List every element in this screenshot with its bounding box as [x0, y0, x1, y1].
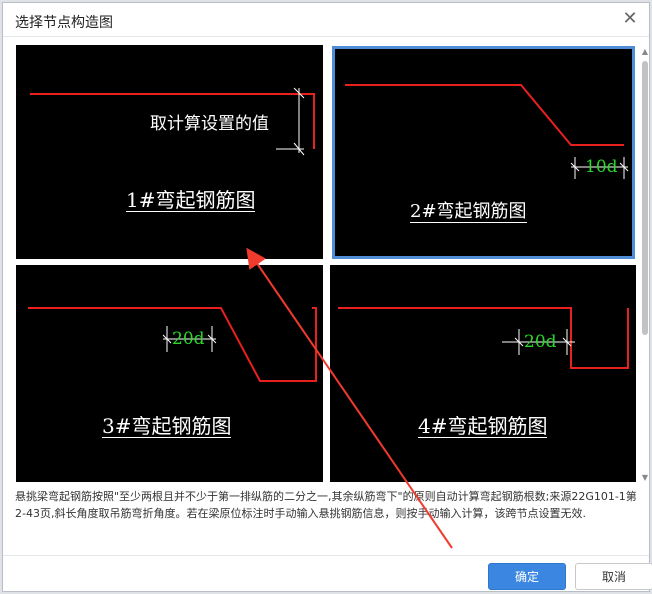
rebar-diagram-2: [345, 84, 629, 179]
diagram-option-3[interactable]: 20d 3#弯起钢筋图: [16, 265, 323, 482]
rebar-diagram-3: [28, 307, 317, 382]
rebar-diagram-1: [30, 87, 315, 156]
cancel-button[interactable]: 取消: [575, 563, 652, 590]
note-label: 取计算设置的值: [150, 114, 269, 134]
diagram-caption: 2#弯起钢筋图: [410, 201, 527, 223]
dialog-titlebar: 选择节点构造图 ✕: [3, 3, 649, 37]
dimension-label: 20d: [524, 332, 557, 352]
scroll-down-icon[interactable]: ▼: [640, 473, 650, 483]
diagram-caption: 4#弯起钢筋图: [418, 414, 548, 438]
description-text: 悬挑梁弯起钢筋按照"至少两根且并不少于第一排纵筋的二分之一,其余纵筋弯下"的原则…: [15, 490, 637, 520]
dimension-label: 20d: [172, 329, 205, 349]
diagram-option-2[interactable]: 10d 2#弯起钢筋图: [332, 46, 635, 259]
diagram-option-1[interactable]: 取计算设置的值 1#弯起钢筋图: [16, 45, 323, 259]
diagram-option-4[interactable]: 20d 4#弯起钢筋图: [330, 265, 636, 482]
dimension-label: 10d: [585, 157, 618, 177]
dialog-title: 选择节点构造图: [15, 15, 113, 31]
rebar-diagram-4: [338, 307, 629, 369]
vertical-scrollbar[interactable]: ▲ ▼: [640, 47, 650, 483]
close-icon[interactable]: ✕: [619, 8, 641, 30]
diagram-caption: 1#弯起钢筋图: [126, 188, 256, 212]
footer-divider: [3, 555, 649, 556]
diagram-caption: 3#弯起钢筋图: [102, 414, 232, 438]
diagram-grid: 取计算设置的值 1#弯起钢筋图 10d 2#弯起钢筋图 20d 3#弯起钢筋图 …: [15, 44, 637, 482]
scroll-up-icon[interactable]: ▲: [640, 47, 650, 57]
node-diagram-dialog: 选择节点构造图 ✕ 取计算设置的值 1#弯起钢筋图 10d 2#弯起钢筋图 20…: [2, 2, 652, 592]
ok-button[interactable]: 确定: [488, 563, 566, 590]
scroll-thumb[interactable]: [642, 61, 648, 335]
